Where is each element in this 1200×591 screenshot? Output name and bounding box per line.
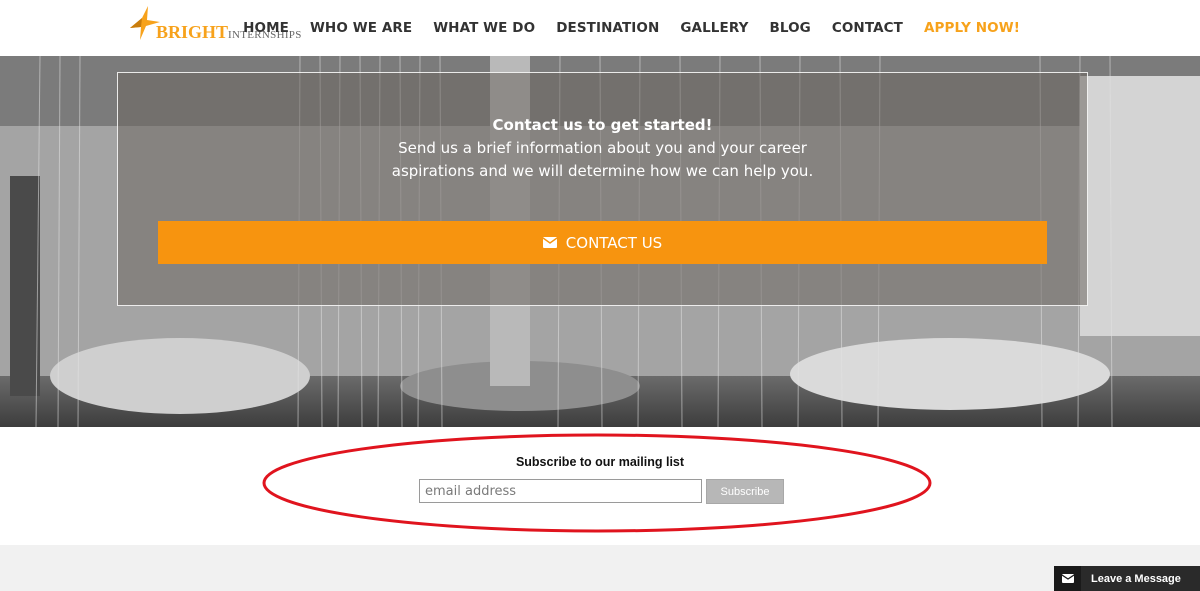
subscribe-button[interactable]: Subscribe — [706, 479, 784, 504]
nav-destination[interactable]: DESTINATION — [556, 20, 659, 36]
subscribe-section: Subscribe to our mailing list Subscribe — [0, 427, 1200, 545]
envelope-icon — [542, 237, 557, 248]
panel-body-line-1: Send us a brief information about you an… — [398, 139, 807, 157]
nav-who-we-are[interactable]: WHO WE ARE — [310, 20, 412, 36]
site-header: BRIGHTINTERNSHIPS HOME WHO WE ARE WHAT W… — [0, 0, 1200, 56]
nav-apply-now[interactable]: APPLY NOW! — [924, 20, 1020, 36]
contact-us-button[interactable]: CONTACT US — [158, 221, 1047, 264]
panel-headline: Contact us to get started! — [492, 116, 713, 134]
main-nav: HOME WHO WE ARE WHAT WE DO DESTINATION G… — [222, 0, 1020, 56]
panel-body-line-2: aspirations and we will determine how we… — [391, 162, 814, 180]
logo-word: BRIGHT — [156, 22, 229, 42]
chat-envelope-icon — [1054, 566, 1081, 591]
nav-gallery[interactable]: GALLERY — [680, 20, 748, 36]
nav-home[interactable]: HOME — [243, 20, 289, 36]
leave-message-label: Leave a Message — [1091, 572, 1181, 585]
nav-blog[interactable]: BLOG — [769, 20, 810, 36]
nav-contact[interactable]: CONTACT — [832, 20, 903, 36]
footer-band — [0, 545, 1200, 591]
contact-us-label: CONTACT US — [565, 233, 663, 252]
leave-message-button[interactable]: Leave a Message — [1054, 566, 1200, 591]
email-input[interactable] — [419, 479, 702, 503]
subscribe-title: Subscribe to our mailing list — [515, 455, 685, 469]
contact-panel: Contact us to get started! Send us a bri… — [117, 72, 1088, 306]
nav-what-we-do[interactable]: WHAT WE DO — [433, 20, 535, 36]
hero-section: Contact us to get started! Send us a bri… — [0, 56, 1200, 427]
panel-body: Send us a brief information about you an… — [118, 137, 1087, 183]
